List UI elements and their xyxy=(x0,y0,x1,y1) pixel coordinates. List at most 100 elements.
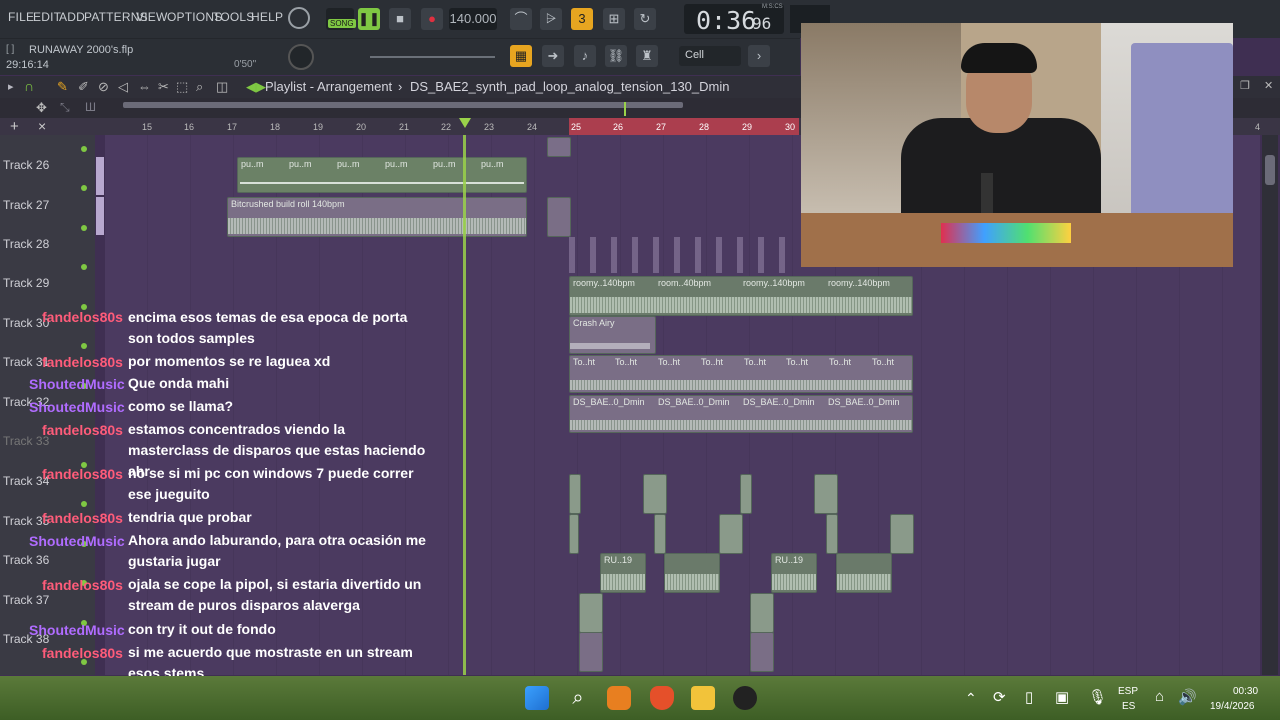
master-slider[interactable] xyxy=(370,56,495,58)
chevron-up-icon[interactable]: ⌃ xyxy=(965,690,977,707)
tempo-display[interactable]: 140.000 xyxy=(449,8,497,30)
slip-icon[interactable]: ⇔ xyxy=(138,79,151,94)
search-icon[interactable]: ⌕ xyxy=(566,686,590,710)
clip-track-35-e[interactable] xyxy=(890,514,914,554)
clock-time[interactable]: 00:30 xyxy=(1233,686,1258,697)
input-language[interactable]: ESP xyxy=(1118,686,1138,697)
mixer-icon[interactable]: ♜ xyxy=(636,45,658,67)
step-edit-icon[interactable]: ⊞ xyxy=(603,8,625,30)
clip-track-29[interactable]: roomy..140bpm room..40bpm roomy..140bpm … xyxy=(569,276,913,316)
maximize-icon[interactable]: ❐ xyxy=(1240,79,1250,92)
add-track-icon[interactable]: + xyxy=(10,118,19,135)
clip-track-26[interactable]: pu..m pu..m pu..m pu..m pu..m pu..m xyxy=(237,157,527,193)
device-icon[interactable]: ▯ xyxy=(1025,688,1033,706)
playback-icon[interactable]: ◫ xyxy=(216,79,228,95)
clip-crash-airy[interactable]: Crash Airy xyxy=(569,316,656,354)
menu-view[interactable]: VIEW xyxy=(136,10,167,24)
track-34-mute[interactable] xyxy=(81,501,87,507)
clip-track-38-b[interactable] xyxy=(750,632,774,672)
select-icon[interactable]: ⬚ xyxy=(176,79,188,95)
close-icon[interactable]: ✕ xyxy=(1264,79,1273,92)
clip-track-27-end[interactable] xyxy=(547,197,571,237)
metronome-icon[interactable]: ⌒ xyxy=(510,8,532,30)
loop-region[interactable] xyxy=(569,118,799,135)
clip-track-37-a[interactable] xyxy=(579,593,603,633)
file-explorer-icon[interactable] xyxy=(691,686,715,710)
menu-edit[interactable]: EDIT xyxy=(33,10,61,24)
fl-studio-icon[interactable] xyxy=(607,686,631,710)
play-icon[interactable]: ❚❚ xyxy=(358,8,380,30)
master-volume-knob[interactable] xyxy=(288,7,310,29)
clip-track-37-b[interactable] xyxy=(750,593,774,633)
magnet-icon[interactable]: ∩ xyxy=(24,78,34,94)
track-30-mute[interactable] xyxy=(81,343,87,349)
clip-track-31[interactable]: To..ht To..ht To..ht To..ht To..ht To..h… xyxy=(569,355,913,393)
snap-select[interactable]: Cell xyxy=(679,46,741,66)
track-36-label[interactable]: Track 36 xyxy=(3,553,49,567)
track-27-mute[interactable] xyxy=(81,225,87,231)
record-icon[interactable]: ● xyxy=(421,8,443,30)
piano-roll-icon[interactable]: ♪ xyxy=(574,45,596,67)
remove-icon[interactable]: × xyxy=(38,118,46,134)
brave-browser-icon[interactable] xyxy=(650,686,674,710)
clip-track-34-a[interactable] xyxy=(569,474,581,514)
track-26-selector[interactable] xyxy=(96,157,104,195)
link-icon[interactable]: ⛓ xyxy=(605,45,627,67)
countdown-icon[interactable]: 3 xyxy=(571,8,593,30)
clip-ru-19-a[interactable]: RU..19 xyxy=(600,553,646,593)
track-26-mute-2[interactable] xyxy=(81,185,87,191)
scroll-thumb[interactable] xyxy=(1265,155,1275,185)
keyboard-layout[interactable]: ES xyxy=(1122,701,1135,712)
track-27-selector[interactable] xyxy=(96,197,104,235)
wait-record-icon[interactable]: ⩥ xyxy=(540,8,562,30)
pencil-icon[interactable]: ✎ xyxy=(57,79,68,95)
horizontal-scrollbar[interactable] xyxy=(123,102,683,108)
clip-track-25-tail[interactable] xyxy=(547,137,571,157)
track-28-label[interactable]: Track 28 xyxy=(3,237,49,251)
clip-track-35-a[interactable] xyxy=(569,514,579,554)
clip-track-28-hits[interactable] xyxy=(569,237,799,273)
playlist-icon[interactable]: ▦ xyxy=(510,45,532,67)
arrow-right-icon[interactable]: ➜ xyxy=(542,45,564,67)
zoom-icon[interactable]: ⌕ xyxy=(196,79,203,95)
clip-track-38-a[interactable] xyxy=(579,632,603,672)
mute-icon[interactable]: ◁ xyxy=(118,79,128,95)
master-pitch-knob[interactable] xyxy=(288,44,314,70)
mic-icon[interactable]: 🎙 xyxy=(1088,688,1107,706)
clip-track-36-d[interactable] xyxy=(836,553,892,593)
track-27-label[interactable]: Track 27 xyxy=(3,198,49,212)
clip-track-34-d[interactable] xyxy=(814,474,838,514)
wifi-icon[interactable]: ⌂ xyxy=(1155,688,1164,705)
current-pattern[interactable]: DS_BAE2_synth_pad_loop_analog_tension_13… xyxy=(410,79,729,94)
brush-icon[interactable]: ✐ xyxy=(78,79,89,95)
snap-arrows-icon[interactable]: ✥ xyxy=(36,100,47,116)
clip-track-34-c[interactable] xyxy=(740,474,752,514)
slice-icon[interactable]: ✂ xyxy=(158,79,169,95)
network-icon[interactable]: ▣ xyxy=(1055,688,1069,706)
clip-bitcrushed-roll[interactable]: Bitcrushed build roll 140bpm xyxy=(227,197,527,237)
clip-track-35-d[interactable] xyxy=(826,514,838,554)
track-29-label[interactable]: Track 29 xyxy=(3,276,49,290)
menu-tools[interactable]: TOOLS xyxy=(213,10,254,24)
play-pattern-icon[interactable]: ◀▶ xyxy=(246,79,266,95)
chevron-right-icon[interactable]: › xyxy=(748,45,770,67)
clip-track-34-b[interactable] xyxy=(643,474,667,514)
clip-track-32[interactable]: DS_BAE..0_Dmin DS_BAE..0_Dmin DS_BAE..0_… xyxy=(569,395,913,433)
obs-icon[interactable] xyxy=(733,686,757,710)
bar-icon[interactable]: Ш xyxy=(85,100,96,114)
clip-ru-19-b[interactable]: RU..19 xyxy=(771,553,817,593)
clip-track-35-c[interactable] xyxy=(719,514,743,554)
playhead-marker[interactable] xyxy=(459,118,471,128)
clip-track-36-c[interactable] xyxy=(664,553,720,593)
resize-icon[interactable]: ⤡ xyxy=(60,100,70,115)
delete-icon[interactable]: ⊘ xyxy=(98,79,109,95)
track-26-mute[interactable] xyxy=(81,146,87,152)
windows-start-icon[interactable] xyxy=(525,686,549,710)
clip-track-35-b[interactable] xyxy=(654,514,666,554)
track-26-label[interactable]: Track 26 xyxy=(3,158,49,172)
clock-date[interactable]: 19/4/2026 xyxy=(1210,701,1255,712)
track-28-mute[interactable] xyxy=(81,264,87,270)
sync-icon[interactable]: ⟳ xyxy=(993,688,1006,706)
volume-icon[interactable]: 🔊 xyxy=(1178,688,1197,706)
expand-arrow-icon[interactable]: ▸ xyxy=(8,80,14,93)
